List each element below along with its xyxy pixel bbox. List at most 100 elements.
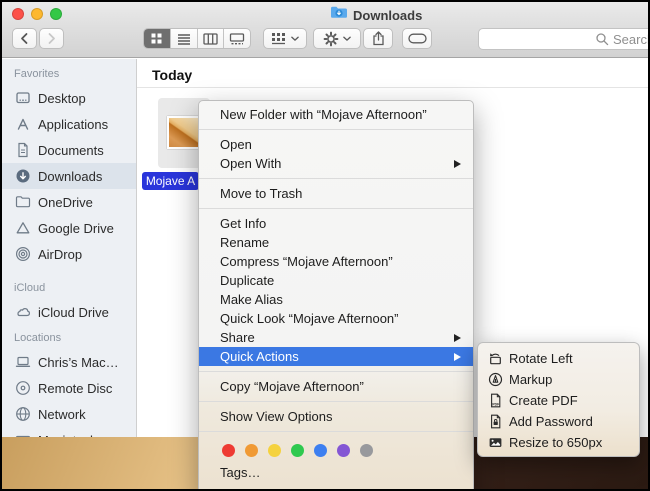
submenu-arrow-icon [454, 353, 461, 361]
folder-icon [15, 194, 31, 210]
svg-text:PDF: PDF [492, 402, 499, 406]
applications-icon [15, 116, 31, 132]
menu-item-copy[interactable]: Copy “Mojave Afternoon” [199, 377, 473, 396]
search-icon [595, 32, 609, 46]
sidebar-item-airdrop[interactable]: AirDrop [2, 241, 136, 267]
sidebar-section-locations: Locations [2, 331, 136, 345]
submenu-item-add-password[interactable]: Add Password [478, 411, 639, 432]
sidebar-item-macintosh[interactable]: Macintosh [2, 427, 136, 437]
sidebar-item-downloads[interactable]: Downloads [2, 163, 136, 189]
menu-item-move-to-trash[interactable]: Move to Trash [199, 184, 473, 203]
airdrop-icon [15, 246, 31, 262]
downloads-folder-icon [330, 5, 348, 25]
back-button[interactable] [12, 28, 37, 49]
icloud-icon [15, 304, 31, 320]
minimize-button[interactable] [31, 8, 43, 20]
sidebar-item-documents[interactable]: Documents [2, 137, 136, 163]
downloads-icon [15, 168, 31, 184]
sidebar-item-icloud-drive[interactable]: iCloud Drive [2, 299, 136, 325]
menu-separator [199, 173, 473, 184]
tag-gray[interactable] [360, 444, 373, 457]
menu-item-rename[interactable]: Rename [199, 233, 473, 252]
menu-separator [199, 124, 473, 135]
tag-blue[interactable] [314, 444, 327, 457]
column-view-icon [203, 33, 218, 45]
sidebar-item-onedrive[interactable]: OneDrive [2, 189, 136, 215]
tag-yellow[interactable] [268, 444, 281, 457]
list-view-button[interactable] [171, 29, 198, 48]
tag-orange[interactable] [245, 444, 258, 457]
sidebar-item-network[interactable]: Network [2, 401, 136, 427]
rotate-left-icon [488, 351, 503, 366]
submenu-arrow-icon [454, 334, 461, 342]
sidebar-item-label: Applications [38, 117, 108, 132]
gallery-view-button[interactable] [224, 29, 250, 48]
column-view-button[interactable] [198, 29, 225, 48]
chevron-down-icon [291, 36, 299, 42]
sidebar-item-applications[interactable]: Applications [2, 111, 136, 137]
menu-item-make-alias[interactable]: Make Alias [199, 290, 473, 309]
menu-item-get-info[interactable]: Get Info [199, 214, 473, 233]
tag-purple[interactable] [337, 444, 350, 457]
menu-item-open[interactable]: Open [199, 135, 473, 154]
quick-actions-submenu: Rotate Left Markup PDF Create PDF [477, 342, 640, 457]
sidebar-item-google-drive[interactable]: Google Drive [2, 215, 136, 241]
submenu-item-create-pdf[interactable]: PDF Create PDF [478, 390, 639, 411]
share-button[interactable] [363, 28, 393, 49]
sidebar-item-label: Downloads [38, 169, 102, 184]
tag-green[interactable] [291, 444, 304, 457]
forward-button[interactable] [39, 28, 64, 49]
action-menu-button[interactable] [313, 28, 361, 49]
group-header-today: Today [152, 67, 192, 83]
sidebar: Favorites Desktop Applications [2, 59, 137, 437]
close-button[interactable] [12, 8, 24, 20]
sidebar-item-label: Network [38, 407, 86, 422]
sidebar-item-desktop[interactable]: Desktop [2, 85, 136, 111]
share-icon [372, 31, 385, 46]
menu-item-compress[interactable]: Compress “Mojave Afternoon” [199, 252, 473, 271]
grid-view-icon [150, 32, 163, 45]
file-thumbnail-image [169, 118, 199, 147]
tag-red[interactable] [222, 444, 235, 457]
gallery-view-icon [229, 33, 245, 45]
submenu-item-rotate-left[interactable]: Rotate Left [478, 348, 639, 369]
submenu-item-markup[interactable]: Markup [478, 369, 639, 390]
group-by-button[interactable] [263, 28, 307, 49]
sidebar-item-label: AirDrop [38, 247, 82, 262]
laptop-icon [15, 354, 31, 370]
toolbar: Search [2, 24, 648, 58]
window-title: Downloads [353, 8, 422, 23]
file-name-label[interactable]: Mojave A [142, 172, 199, 190]
menu-item-duplicate[interactable]: Duplicate [199, 271, 473, 290]
menu-item-new-folder-with[interactable]: New Folder with “Mojave Afternoon” [199, 105, 473, 124]
file-mojave-afternoon[interactable] [167, 116, 201, 149]
view-mode-segmented-control [143, 28, 251, 49]
gear-icon [323, 31, 339, 47]
tag-button[interactable] [402, 28, 432, 49]
menu-item-share[interactable]: Share [199, 328, 473, 347]
menu-item-open-with[interactable]: Open With [199, 154, 473, 173]
submenu-arrow-icon [454, 160, 461, 168]
forward-icon [46, 32, 57, 45]
create-pdf-icon: PDF [488, 393, 503, 408]
menu-separator [199, 426, 473, 437]
sidebar-item-label: Desktop [38, 91, 86, 106]
menu-item-show-view-options[interactable]: Show View Options [199, 407, 473, 426]
menu-separator [199, 366, 473, 377]
icon-view-button[interactable] [144, 29, 171, 48]
group-by-icon [271, 32, 287, 45]
sidebar-item-chriss-mac[interactable]: Chris’s Mac… [2, 349, 136, 375]
documents-icon [15, 142, 31, 158]
search-placeholder: Search [613, 32, 648, 47]
disc-icon [15, 380, 31, 396]
tag-color-row [199, 437, 473, 463]
submenu-item-resize[interactable]: Resize to 650px [478, 432, 639, 453]
menu-item-quick-actions[interactable]: Quick Actions [199, 347, 473, 366]
sidebar-item-remote-disc[interactable]: Remote Disc [2, 375, 136, 401]
add-password-icon [488, 414, 503, 429]
sidebar-section-favorites: Favorites [2, 67, 136, 81]
menu-item-quick-look[interactable]: Quick Look “Mojave Afternoon” [199, 309, 473, 328]
zoom-button[interactable] [50, 8, 62, 20]
search-input[interactable]: Search [478, 28, 648, 50]
menu-item-tags[interactable]: Tags… [199, 463, 473, 482]
